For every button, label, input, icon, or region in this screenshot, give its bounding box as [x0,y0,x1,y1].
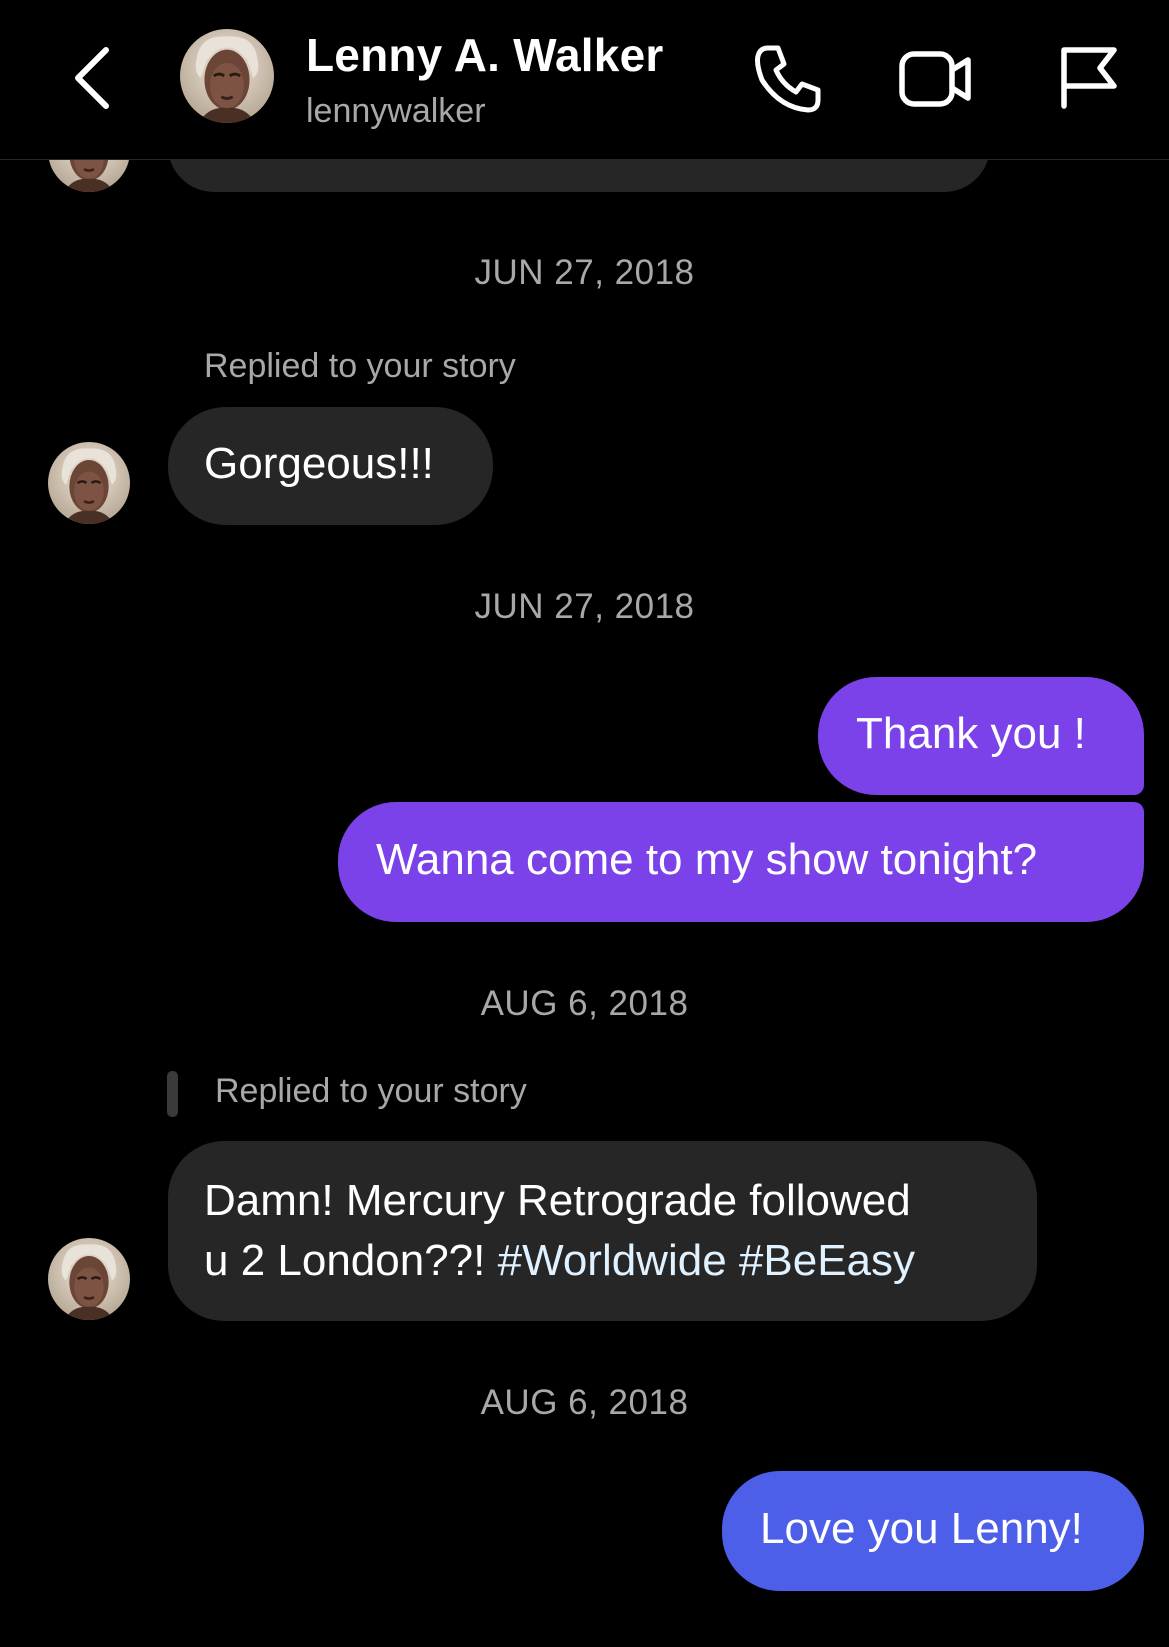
message-text: Wanna come to my show tonight? [376,835,1038,884]
phone-icon [755,45,821,113]
back-button[interactable] [62,38,126,118]
date-separator: AUG 6, 2018 [480,984,689,1023]
dm-thread-screen: Lenny A. Walker lennywalker JUN 27, 2018… [0,0,1169,1647]
message-text-line: Damn! Mercury Retrograde followed [204,1176,911,1225]
flag-icon [1061,47,1117,109]
story-reply-note: Replied to your story [215,1072,527,1110]
contact-name[interactable]: Lenny A. Walker [306,28,663,82]
message-text: Gorgeous!!! [204,439,434,488]
story-reply-note: Replied to your story [204,347,516,385]
message-text: Thank you ! [856,709,1086,758]
thread-header: Lenny A. Walker lennywalker [0,0,1169,160]
reply-indicator-bar [167,1071,178,1117]
hashtag-link[interactable]: #BeEasy [739,1236,915,1285]
message-text-line: u 2 London??! #Worldwide #BeEasy [204,1231,1037,1291]
call-button[interactable] [748,40,828,120]
date-separator: JUN 27, 2018 [474,587,695,626]
message-text: Love you Lenny! [760,1504,1083,1553]
message-text: u 2 London??! [204,1236,498,1285]
contact-username[interactable]: lennywalker [306,92,486,131]
incoming-message[interactable]: Gorgeous!!! [168,407,493,525]
date-separator: JUN 27, 2018 [474,253,695,292]
report-button[interactable] [1044,40,1124,120]
outgoing-message[interactable]: Wanna come to my show tonight? [338,802,1144,922]
date-separator: AUG 6, 2018 [480,1383,689,1422]
contact-avatar[interactable] [180,29,274,123]
outgoing-message[interactable]: Love you Lenny! [722,1471,1144,1591]
chevron-left-icon [75,47,109,109]
outgoing-message[interactable]: Thank you ! [818,677,1144,795]
sender-avatar[interactable] [48,1238,130,1320]
incoming-message[interactable]: Damn! Mercury Retrograde followed u 2 Lo… [168,1141,1037,1321]
hashtag-link[interactable]: #Worldwide [498,1236,727,1285]
sender-avatar[interactable] [48,442,130,524]
video-call-button[interactable] [896,40,976,120]
video-camera-icon [899,51,971,107]
